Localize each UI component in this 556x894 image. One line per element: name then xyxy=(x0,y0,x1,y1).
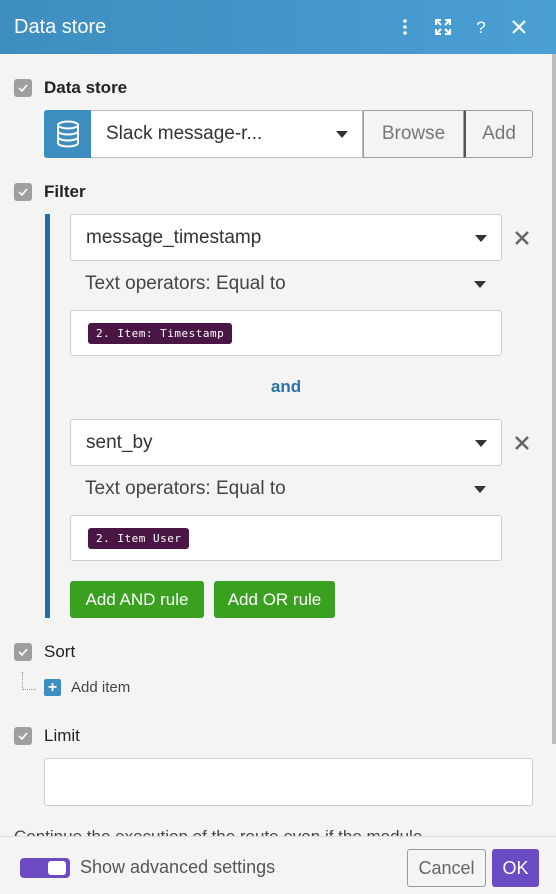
chevron-down-icon xyxy=(474,281,486,288)
database-icon xyxy=(44,110,91,158)
tree-connector xyxy=(22,672,36,690)
help-icon[interactable]: ? xyxy=(462,12,500,42)
filter-value-input[interactable]: 2. Item User xyxy=(70,515,502,561)
filter-operator-value: Text operators: Equal to xyxy=(85,478,286,499)
filter-operator-select[interactable]: Text operators: Equal to xyxy=(70,262,502,306)
limit-label: Limit xyxy=(44,726,80,745)
data-store-toggle-icon[interactable] xyxy=(14,79,32,97)
panel-title: Data store xyxy=(14,15,107,38)
chevron-down-icon xyxy=(475,439,487,447)
ok-button[interactable]: OK xyxy=(492,849,539,887)
filter-operator-value: Text operators: Equal to xyxy=(85,273,286,294)
filter-group-bar xyxy=(45,214,50,618)
filter-field-select[interactable]: message_timestamp xyxy=(70,214,502,261)
add-or-rule-button[interactable]: Add OR rule xyxy=(214,581,335,618)
add-data-store-button[interactable]: Add xyxy=(464,110,533,158)
data-store-row: Slack message-r... Browse Add xyxy=(44,110,533,158)
filter-field-select[interactable]: sent_by xyxy=(70,419,502,466)
data-store-selected-value: Slack message-r... xyxy=(106,123,263,144)
limit-toggle-icon[interactable] xyxy=(14,727,32,745)
filter-label: Filter xyxy=(44,182,86,201)
svg-text:?: ? xyxy=(476,18,485,36)
cancel-button[interactable]: Cancel xyxy=(407,849,486,887)
close-icon[interactable] xyxy=(500,12,538,42)
chevron-down-icon xyxy=(474,486,486,493)
limit-section-header: Limit xyxy=(14,726,80,746)
expand-icon[interactable] xyxy=(424,12,462,42)
filter-operator-select[interactable]: Text operators: Equal to xyxy=(70,467,502,511)
remove-rule-icon[interactable] xyxy=(512,433,532,453)
sort-section-header: Sort xyxy=(14,642,75,662)
mapped-value-pill[interactable]: 2. Item: Timestamp xyxy=(88,322,233,344)
conjunction-label: and xyxy=(270,377,302,396)
add-item-label: Add item xyxy=(71,679,131,696)
filter-value-input[interactable]: 2. Item: Timestamp xyxy=(70,310,502,356)
header-actions: ? xyxy=(386,0,538,54)
add-and-rule-button[interactable]: Add AND rule xyxy=(70,581,204,618)
filter-section-header: Filter xyxy=(14,182,86,202)
remove-rule-icon[interactable] xyxy=(512,228,532,248)
filter-field-value: sent_by xyxy=(86,431,153,453)
scrollbar[interactable] xyxy=(552,54,556,744)
advanced-settings-toggle[interactable] xyxy=(20,858,70,878)
limit-input[interactable] xyxy=(44,758,533,806)
data-store-label: Data store xyxy=(44,78,128,97)
filter-toggle-icon[interactable] xyxy=(14,183,32,201)
add-sort-item-button[interactable]: + Add item xyxy=(44,679,130,696)
mapped-value-pill[interactable]: 2. Item User xyxy=(88,527,190,549)
sort-toggle-icon[interactable] xyxy=(14,643,32,661)
chevron-down-icon xyxy=(336,131,348,138)
data-store-select[interactable]: Slack message-r... xyxy=(91,110,363,158)
more-options-icon[interactable] xyxy=(386,12,424,42)
filter-field-value: message_timestamp xyxy=(86,226,262,248)
panel-header: Data store ? xyxy=(0,0,556,54)
sort-label: Sort xyxy=(44,642,76,661)
plus-icon: + xyxy=(44,679,61,696)
chevron-down-icon xyxy=(475,234,487,242)
advanced-settings-label: Show advanced settings xyxy=(80,857,276,877)
browse-button[interactable]: Browse xyxy=(363,110,464,158)
continue-execution-label: Continue the execution of the route even… xyxy=(14,826,534,836)
data-store-section-header: Data store xyxy=(14,78,127,98)
continue-execution-text: Continue the execution of the route even… xyxy=(14,824,534,836)
toggle-knob xyxy=(48,861,66,875)
